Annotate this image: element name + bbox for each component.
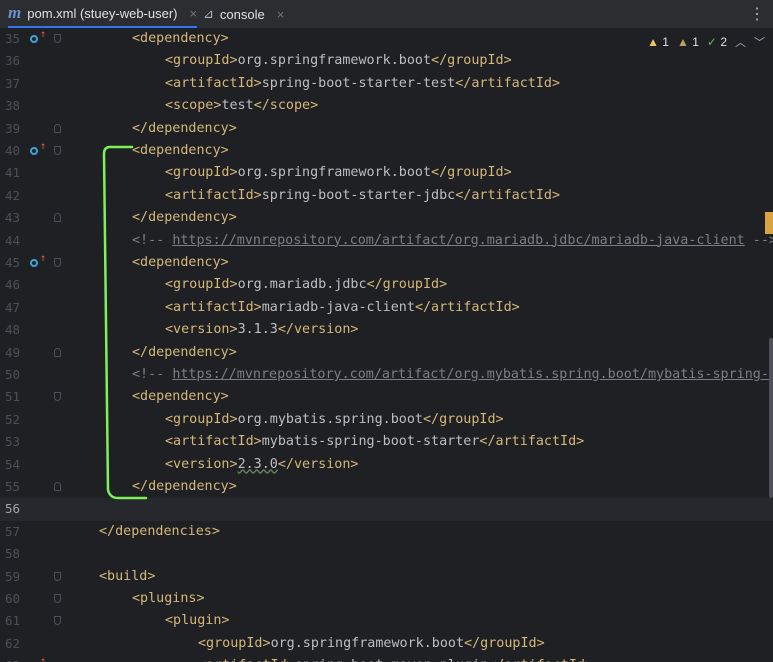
tab-label: console (219, 6, 265, 22)
annotation-bracket (102, 145, 148, 500)
maven-icon: m (8, 3, 22, 22)
console-icon: ⊿ (203, 6, 214, 21)
tab-label: pom.xml (stuey-web-user) (27, 5, 178, 21)
tab-pom-xml[interactable]: m pom.xml (stuey-web-user) × (8, 0, 198, 28)
tab-console[interactable]: ⊿ console × (203, 0, 284, 28)
close-icon[interactable]: × (190, 6, 198, 21)
more-icon[interactable]: ⋮ (749, 4, 765, 24)
code-editor[interactable]: 35 ↑ <dependency> 36 <groupId>org.springfram… (0, 28, 773, 662)
close-icon[interactable]: × (277, 7, 285, 22)
editor-tab-bar: m pom.xml (stuey-web-user) × ⊿ console ×… (0, 0, 773, 29)
